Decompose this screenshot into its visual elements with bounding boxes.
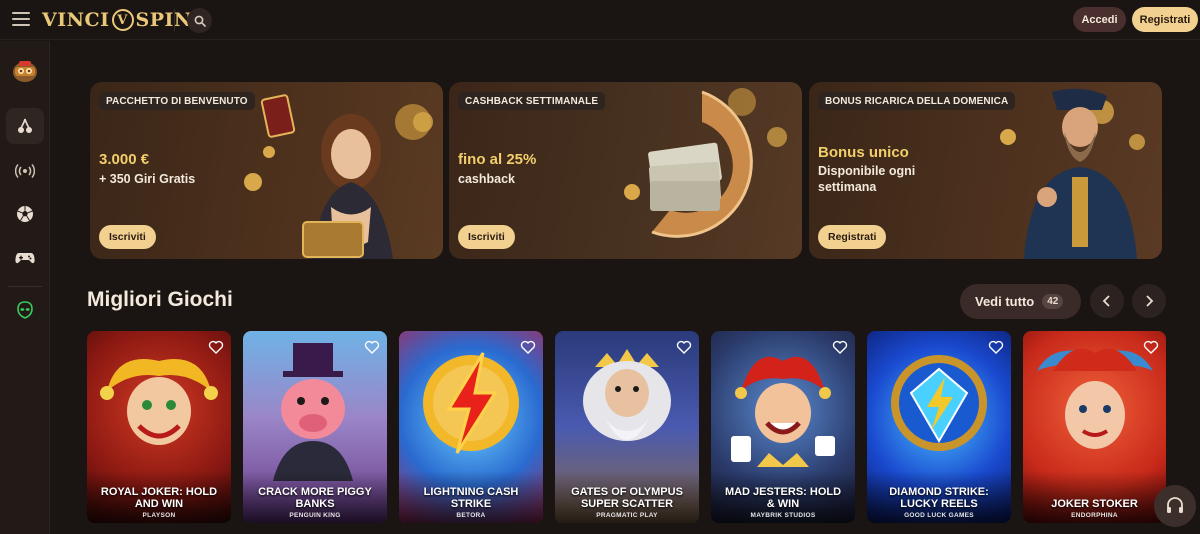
game-card[interactable]: DIAMOND STRIKE: LUCKY REELS GOOD LUCK GAM… (867, 331, 1011, 523)
game-title: GATES OF OLYMPUS SUPER SCATTER (571, 486, 683, 510)
game-card[interactable]: CRACK MORE PIGGY BANKS PENGUIN KING (243, 331, 387, 523)
game-provider: PLAYSON (142, 512, 176, 519)
favorite-heart-icon[interactable] (988, 339, 1004, 355)
soccer-ball-icon (17, 206, 33, 222)
cherries-icon (18, 118, 32, 133)
welcome-lady-illustration (244, 94, 433, 259)
see-all-button[interactable]: Vedi tutto 42 (960, 284, 1081, 319)
favorite-heart-icon[interactable] (520, 339, 536, 355)
favorite-heart-icon[interactable] (676, 339, 692, 355)
game-card[interactable]: JOKER STOKER ENDORPHINA (1023, 331, 1166, 523)
sidebar-item-slots[interactable] (6, 108, 44, 144)
game-provider: MAYBRIK STUDIOS (750, 512, 816, 519)
brand-logo[interactable]: VINCI V SPIN (42, 6, 192, 34)
live-broadcast-icon (15, 164, 35, 178)
game-title: DIAMOND STRIKE: LUCKY REELS (889, 486, 989, 510)
favorite-heart-icon[interactable] (1143, 339, 1159, 355)
promo-banner-cashback[interactable]: CASHBACK SETTIMANALE fino al 25% cashbac… (449, 82, 802, 259)
section-title: Migliori Giochi (87, 288, 233, 311)
sidebar-item-special[interactable] (6, 292, 44, 328)
casino-mascot-icon (13, 61, 37, 82)
game-title: MAD JESTERS: HOLD & WIN (724, 486, 842, 510)
headset-icon (1167, 497, 1183, 513)
sidebar-item-games[interactable] (6, 240, 44, 276)
support-chat-button[interactable] (1154, 485, 1196, 527)
banner-subtext: + 350 Giri Gratis (99, 172, 196, 186)
favorite-heart-icon[interactable] (208, 339, 224, 355)
game-provider: GOOD LUCK GAMES (904, 512, 974, 519)
sidebar-item-live[interactable] (6, 153, 44, 189)
banner-subtext: settimana (818, 180, 877, 194)
game-provider: BETORA (456, 512, 486, 519)
gamepad-icon (15, 253, 35, 264)
game-card[interactable]: GATES OF OLYMPUS SUPER SCATTER PRAGMATIC … (555, 331, 699, 523)
register-button[interactable]: Registrati (1132, 7, 1198, 32)
banner-register-button[interactable]: Registrati (818, 225, 887, 249)
promo-banner-welcome[interactable]: PACCHETTO DI BENVENUTO 3.000 € + 350 Gir… (90, 82, 443, 259)
banner-subtext: Disponibile ogni (818, 164, 916, 178)
chevron-left-icon (1102, 295, 1110, 307)
banner-tag: BONUS RICARICA DELLA DOMENICA (818, 92, 1016, 110)
favorite-heart-icon[interactable] (364, 339, 380, 355)
header-divider (174, 9, 175, 31)
banner-headline: 3.000 € (99, 151, 150, 168)
game-title: LIGHTNING CASH STRIKE (423, 486, 519, 510)
search-button[interactable] (187, 8, 212, 33)
banner-signup-button[interactable]: Iscriviti (99, 225, 156, 249)
cashback-coin-illustration (624, 88, 787, 238)
sidebar (0, 41, 50, 534)
logo-text-left: VINCI (42, 9, 110, 31)
game-title: JOKER STOKER (1051, 498, 1138, 510)
banner-tag: PACCHETTO DI BENVENUTO (99, 92, 255, 110)
sidebar-divider (8, 286, 42, 287)
game-card[interactable]: LIGHTNING CASH STRIKE BETORA (399, 331, 543, 523)
favorite-heart-icon[interactable] (832, 339, 848, 355)
game-provider: PENGUIN KING (289, 512, 341, 519)
login-button[interactable]: Accedi (1073, 7, 1126, 32)
logo-text-right: SPIN (135, 9, 192, 31)
logo-emblem: V (111, 9, 134, 31)
banner-tag: CASHBACK SETTIMANALE (458, 92, 606, 110)
banner-subtext: cashback (458, 172, 515, 186)
search-icon (194, 15, 206, 27)
game-provider: PRAGMATIC PLAY (596, 512, 658, 519)
game-title: CRACK MORE PIGGY BANKS (258, 486, 372, 510)
banner-headline: Bonus unico (818, 144, 909, 161)
carousel-next-button[interactable] (1132, 284, 1166, 318)
games-count-badge: 42 (1042, 294, 1064, 309)
game-provider: ENDORPHINA (1071, 512, 1118, 519)
alien-icon (17, 301, 33, 319)
game-title: ROYAL JOKER: HOLD AND WIN (100, 486, 218, 510)
main-content: PACCHETTO DI BENVENUTO 3.000 € + 350 Gir… (51, 41, 1200, 534)
banner-headline: fino al 25% (458, 151, 537, 168)
promo-banner-sunday-reload[interactable]: BONUS RICARICA DELLA DOMENICA Bonus unic… (809, 82, 1162, 259)
game-card[interactable]: MAD JESTERS: HOLD & WIN MAYBRIK STUDIOS (711, 331, 855, 523)
menu-icon[interactable] (12, 12, 30, 26)
banner-signup-button[interactable]: Iscriviti (458, 225, 515, 249)
see-all-label: Vedi tutto (975, 294, 1035, 309)
top-bar: VINCI V SPIN Accedi Registrati (0, 0, 1200, 40)
game-card[interactable]: ROYAL JOKER: HOLD AND WIN PLAYSON (87, 331, 231, 523)
carousel-prev-button[interactable] (1090, 284, 1124, 318)
chevron-right-icon (1146, 295, 1154, 307)
sidebar-item-casino[interactable] (6, 53, 44, 89)
sidebar-item-sports[interactable] (6, 196, 44, 232)
